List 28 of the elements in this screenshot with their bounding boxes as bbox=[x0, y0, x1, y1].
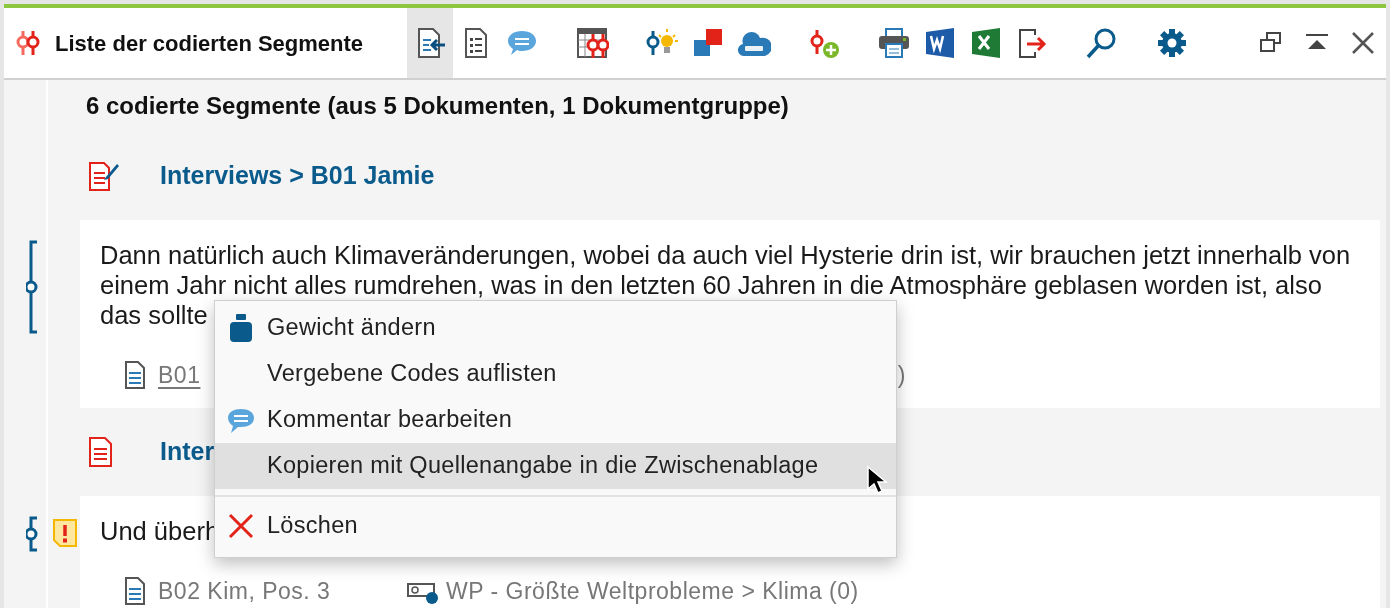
code-table-icon bbox=[575, 26, 609, 60]
source-reference[interactable]: B01 bbox=[158, 357, 201, 393]
segment-text-line: das sollte bbox=[100, 300, 208, 330]
document-edit-icon bbox=[86, 159, 120, 193]
code-path: ) bbox=[897, 360, 906, 390]
menu-item[interactable]: Gewicht ändern bbox=[215, 305, 896, 351]
delete-icon bbox=[228, 513, 254, 539]
close-icon bbox=[1350, 30, 1376, 56]
menu-item[interactable]: Kommentar bearbeiten bbox=[215, 397, 896, 443]
document-link[interactable]: Inter bbox=[160, 433, 215, 471]
menu-item[interactable]: Vergebene Codes auflisten bbox=[215, 351, 896, 397]
printer-icon bbox=[877, 26, 911, 60]
weight-icon bbox=[228, 313, 254, 343]
settings-icon bbox=[1155, 26, 1189, 60]
segment-bracket-icon bbox=[26, 240, 40, 334]
document-icon bbox=[124, 360, 146, 390]
window-title: Liste der codierten Segmente bbox=[55, 29, 365, 58]
segment-text-line: Dann natürlich auch Klimaveränderungen, wobei da auch viel Hysterie drin ist, wir brauchen jetzt innerhalb von bbox=[100, 240, 1351, 270]
code-path: WP - Größte Weltprobleme > Klima (0) bbox=[446, 576, 859, 606]
toolbar-button[interactable] bbox=[407, 8, 453, 78]
menu-item[interactable]: Löschen bbox=[215, 503, 896, 549]
source-reference[interactable]: B02 Kim, Pos. 3 bbox=[158, 573, 331, 608]
excel-icon bbox=[969, 26, 1003, 60]
segment-text-line: einem Jahr nicht alles rumdrehen, was in den letzten 60 Jahren in die Atmosphäre geblasen worden ist, also bbox=[100, 270, 1322, 300]
summary-heading: 6 codierte Segmente (aus 5 Dokumenten, 1 Dokumentgruppe) bbox=[86, 91, 789, 121]
word-icon bbox=[923, 26, 957, 60]
segment-marker-icon bbox=[26, 516, 40, 552]
document-link[interactable]: Interviews > B01 Jamie bbox=[160, 157, 435, 195]
